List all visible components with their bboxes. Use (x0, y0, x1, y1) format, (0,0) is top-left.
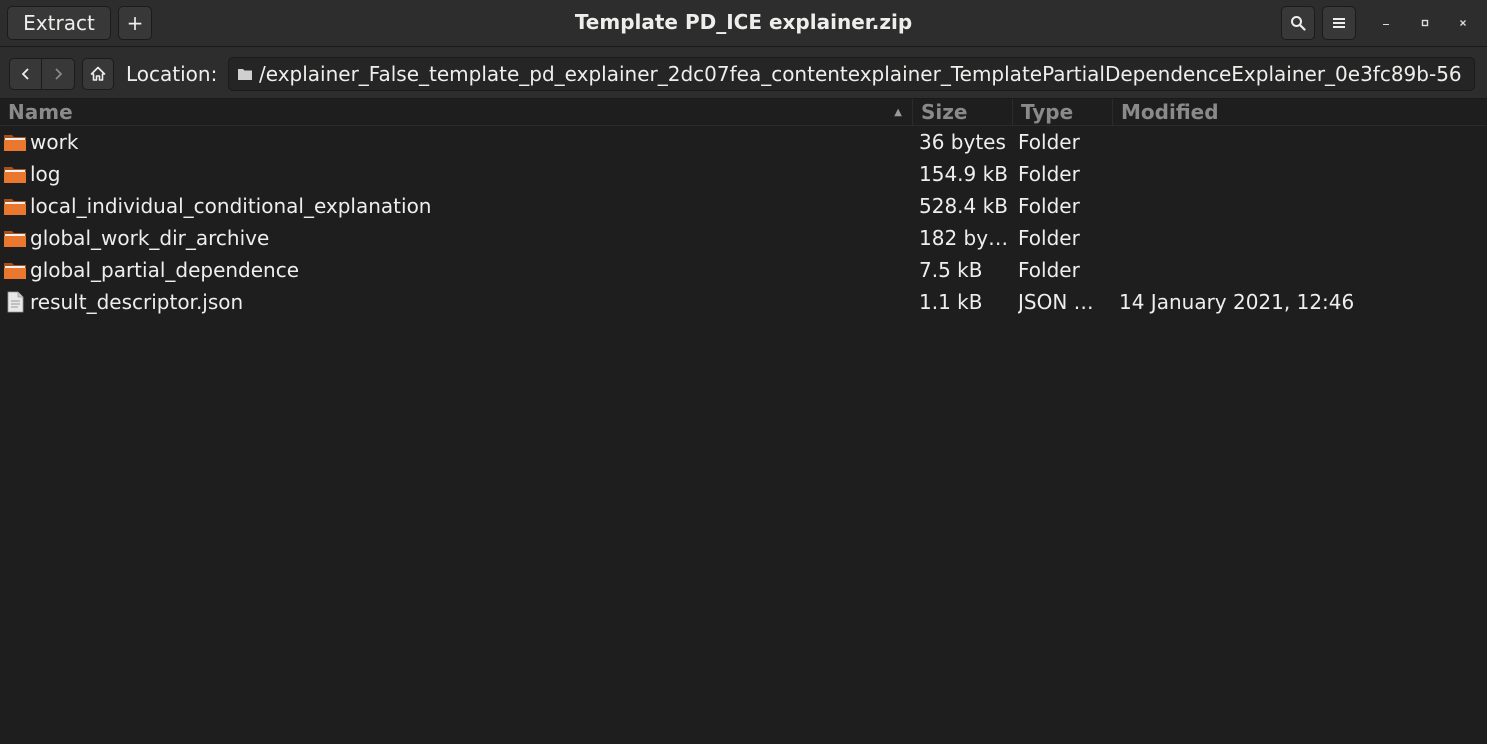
document-icon (3, 286, 27, 318)
column-header-size[interactable]: Size (913, 99, 1013, 126)
row-size: 528.4 kB (919, 194, 1008, 218)
row-size: 182 by… (919, 226, 1009, 250)
row-type: Folder (1018, 226, 1080, 250)
row-name: work (30, 130, 79, 154)
forward-button[interactable] (42, 59, 74, 89)
search-button[interactable] (1281, 6, 1315, 40)
row-name: global_partial_dependence (30, 258, 300, 282)
location-field[interactable]: /explainer_False_template_pd_explainer_2… (228, 57, 1475, 91)
folder-icon (3, 190, 27, 222)
location-path: /explainer_False_template_pd_explainer_2… (259, 62, 1462, 86)
location-label: Location: (126, 62, 218, 86)
maximize-button[interactable] (1414, 12, 1436, 34)
column-header-type[interactable]: Type (1013, 99, 1113, 126)
minimize-button[interactable] (1375, 12, 1397, 34)
folder-icon (3, 254, 27, 286)
row-name: log (30, 162, 61, 186)
minimize-icon (1383, 24, 1389, 25)
row-type: Folder (1018, 194, 1080, 218)
home-icon (90, 66, 106, 81)
row-modified (1119, 158, 1479, 190)
table-row[interactable]: global_partial_dependence 7.5 kB Folder (0, 254, 1487, 286)
column-name-label: Name (8, 100, 73, 124)
hamburger-menu-icon (1333, 18, 1345, 28)
row-size: 154.9 kB (919, 162, 1008, 186)
row-modified: 14 January 2021, 12:46 (1119, 290, 1355, 314)
table-row[interactable]: work 36 bytes Folder (0, 126, 1487, 158)
row-name: global_work_dir_archive (30, 226, 270, 250)
back-button[interactable] (10, 59, 43, 89)
close-icon (1460, 20, 1466, 26)
row-modified (1119, 190, 1479, 222)
column-header-modified[interactable]: Modified (1113, 99, 1487, 126)
close-button[interactable] (1452, 12, 1474, 34)
table-row[interactable]: local_individual_conditional_explanation… (0, 190, 1487, 222)
location-bar: Location: /explainer_False_template_pd_e… (0, 47, 1487, 99)
row-modified (1119, 222, 1479, 254)
column-header-name[interactable]: Name ▲ (0, 99, 913, 126)
navigation-buttons (9, 58, 75, 90)
table-row[interactable]: result_descriptor.json 1.1 kB JSON … 14 … (0, 286, 1487, 318)
row-type: JSON … (1018, 290, 1094, 314)
chevron-left-icon (21, 68, 29, 80)
row-size: 36 bytes (919, 130, 1006, 154)
header-bar: Extract + Template PD_ICE explainer.zip (0, 0, 1487, 47)
row-modified (1119, 254, 1479, 286)
chevron-right-icon (55, 68, 63, 80)
folder-icon (3, 126, 27, 158)
row-name: local_individual_conditional_explanation (30, 194, 432, 218)
menu-button[interactable] (1322, 6, 1356, 40)
maximize-icon (1421, 19, 1429, 27)
file-list: Name ▲ Size Type Modified work 36 bytes … (0, 99, 1487, 744)
row-type: Folder (1018, 130, 1080, 154)
table-header: Name ▲ Size Type Modified (0, 99, 1487, 126)
row-name: result_descriptor.json (30, 290, 244, 314)
table-row[interactable]: global_work_dir_archive 182 by… Folder (0, 222, 1487, 254)
row-type: Folder (1018, 162, 1080, 186)
search-icon (1291, 16, 1306, 31)
sort-ascending-icon: ▲ (894, 107, 902, 118)
folder-icon (3, 158, 27, 190)
home-button[interactable] (82, 58, 114, 90)
folder-icon (3, 222, 27, 254)
window-title: Template PD_ICE explainer.zip (574, 10, 913, 34)
row-size: 7.5 kB (919, 258, 983, 282)
row-size: 1.1 kB (919, 290, 983, 314)
table-row[interactable]: log 154.9 kB Folder (0, 158, 1487, 190)
row-type: Folder (1018, 258, 1080, 282)
row-modified (1119, 126, 1479, 158)
folder-icon (238, 69, 252, 80)
